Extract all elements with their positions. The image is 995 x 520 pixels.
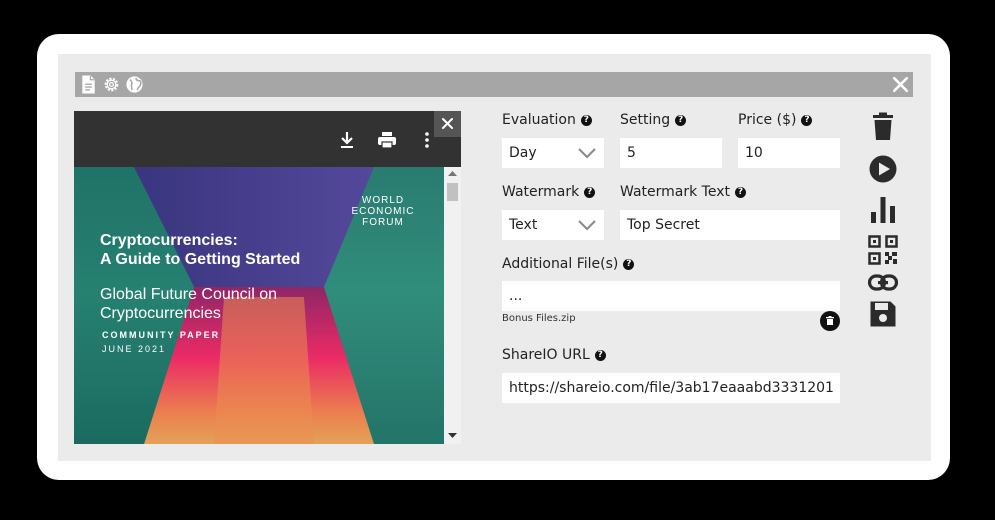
pdf-page: WORLD ECONOMIC FORUM Cryptocurrencies: A… bbox=[74, 167, 444, 444]
cover-date: JUNE 2021 bbox=[102, 344, 167, 354]
print-icon[interactable] bbox=[376, 129, 398, 151]
scroll-thumb[interactable] bbox=[447, 183, 458, 201]
watermark-text-label-text: Watermark Text bbox=[620, 184, 730, 200]
play-icon[interactable] bbox=[868, 154, 898, 184]
cover-title-line2: A Guide to Getting Started bbox=[100, 251, 301, 268]
watermark-label: Watermark ? bbox=[502, 184, 596, 200]
help-icon[interactable]: ? bbox=[801, 114, 813, 126]
delete-file-button[interactable] bbox=[820, 311, 840, 331]
price-input[interactable]: 10 bbox=[738, 138, 840, 168]
watermark-text-input-value: Top Secret bbox=[627, 217, 700, 233]
help-icon[interactable]: ? bbox=[580, 114, 592, 126]
close-icon[interactable] bbox=[434, 111, 461, 137]
help-icon[interactable]: ? bbox=[734, 186, 746, 198]
trash-icon[interactable] bbox=[868, 111, 898, 141]
document-icon[interactable] bbox=[79, 75, 98, 94]
globe-icon[interactable] bbox=[125, 75, 144, 94]
setting-label: Setting ? bbox=[620, 112, 687, 128]
cover-title-line1: Cryptocurrencies: bbox=[100, 232, 238, 249]
evaluation-label: Evaluation ? bbox=[502, 112, 592, 128]
panel-titlebar bbox=[75, 72, 913, 97]
shareio-url-label-text: ShareIO URL bbox=[502, 347, 590, 363]
cover-title: Cryptocurrencies: A Guide to Getting Sta… bbox=[100, 231, 300, 269]
pdf-toolbar bbox=[74, 111, 461, 167]
evaluation-select-value: Day bbox=[509, 145, 537, 161]
setting-label-text: Setting bbox=[620, 112, 671, 128]
download-icon[interactable] bbox=[336, 129, 358, 151]
watermark-text-label: Watermark Text ? bbox=[620, 184, 746, 200]
chevron-down-icon bbox=[578, 148, 596, 159]
evaluation-select[interactable]: Day bbox=[502, 138, 604, 168]
setting-input-value: 5 bbox=[627, 145, 636, 161]
close-icon[interactable] bbox=[890, 74, 911, 95]
price-label: Price ($) ? bbox=[738, 112, 813, 128]
save-icon[interactable] bbox=[868, 299, 898, 329]
bar-chart-icon[interactable] bbox=[868, 195, 898, 225]
qr-code-icon[interactable] bbox=[868, 235, 898, 265]
shareio-url-label: ShareIO URL ? bbox=[502, 347, 606, 363]
link-icon[interactable] bbox=[868, 268, 898, 298]
additional-files-label: Additional File(s) ? bbox=[502, 256, 635, 272]
additional-files-label-text: Additional File(s) bbox=[502, 256, 619, 272]
help-icon[interactable]: ? bbox=[623, 258, 635, 270]
publisher-line1: WORLD bbox=[361, 195, 405, 206]
attached-file-name: Bonus Files.zip bbox=[502, 313, 576, 324]
additional-files-input[interactable]: ... bbox=[502, 281, 840, 311]
shareio-url-input-value: https://shareio.com/file/3ab17eaaabd3331… bbox=[509, 380, 834, 396]
watermark-label-text: Watermark bbox=[502, 184, 580, 200]
price-label-text: Price ($) bbox=[738, 112, 797, 128]
additional-files-input-value: ... bbox=[509, 288, 523, 304]
pdf-scrollbar[interactable] bbox=[444, 167, 461, 444]
watermark-text-input[interactable]: Top Secret bbox=[620, 210, 840, 240]
gear-icon[interactable] bbox=[102, 75, 121, 94]
cover-subtitle-line1: Global Future Council on bbox=[100, 286, 277, 303]
publisher-line3: FORUM bbox=[362, 217, 404, 228]
chevron-down-icon bbox=[578, 220, 596, 231]
cover-subtitle-line2: Cryptocurrencies bbox=[100, 305, 221, 322]
scroll-up-icon[interactable] bbox=[448, 170, 457, 177]
help-icon[interactable]: ? bbox=[584, 186, 596, 198]
shareio-url-input[interactable]: https://shareio.com/file/3ab17eaaabd3331… bbox=[502, 373, 840, 403]
watermark-select-value: Text bbox=[509, 217, 538, 233]
cover-subtitle: Global Future Council on Cryptocurrencie… bbox=[100, 285, 277, 323]
help-icon[interactable]: ? bbox=[594, 349, 606, 361]
pdf-viewer: WORLD ECONOMIC FORUM Cryptocurrencies: A… bbox=[74, 111, 461, 444]
price-input-value: 10 bbox=[745, 145, 763, 161]
publisher-line2: ECONOMIC bbox=[351, 206, 415, 217]
setting-input[interactable]: 5 bbox=[620, 138, 722, 168]
watermark-select[interactable]: Text bbox=[502, 210, 604, 240]
trash-icon bbox=[826, 316, 834, 325]
publisher-logo: WORLD ECONOMIC FORUM bbox=[348, 195, 418, 228]
cover-paper-type: COMMUNITY PAPER bbox=[102, 330, 221, 340]
scroll-down-icon[interactable] bbox=[448, 432, 457, 439]
help-icon[interactable]: ? bbox=[675, 114, 687, 126]
evaluation-label-text: Evaluation bbox=[502, 112, 576, 128]
